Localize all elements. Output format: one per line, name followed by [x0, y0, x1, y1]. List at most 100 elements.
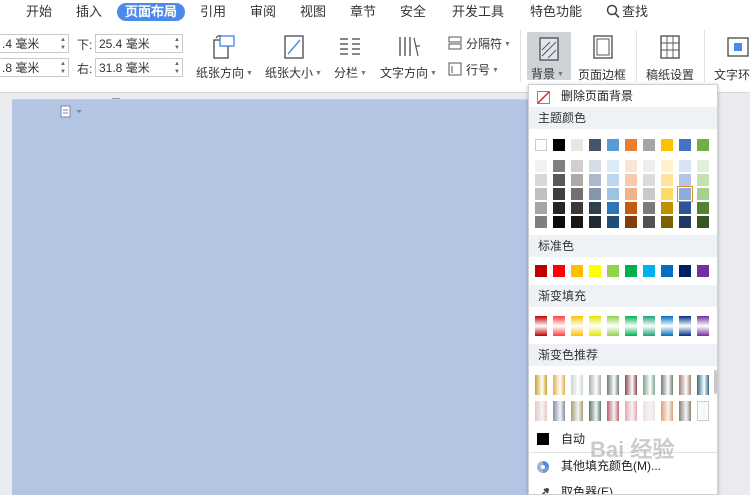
- theme-shade-swatch[interactable]: [571, 160, 583, 172]
- theme-shade-swatch[interactable]: [643, 202, 655, 214]
- theme-shade-swatch[interactable]: [607, 216, 619, 228]
- gradient-recommend-swatch[interactable]: [679, 375, 691, 395]
- text-direction-button[interactable]: 文字方向 ▼: [380, 30, 442, 86]
- gradient-swatch[interactable]: [589, 316, 601, 336]
- gradient-swatch[interactable]: [535, 316, 547, 336]
- theme-shade-swatch[interactable]: [553, 188, 565, 200]
- gradient-recommend-swatch[interactable]: [607, 375, 619, 395]
- theme-shade-swatch[interactable]: [607, 160, 619, 172]
- standard-color-swatch[interactable]: [625, 265, 637, 277]
- tab-page-layout[interactable]: 页面布局: [117, 3, 186, 21]
- theme-shade-swatch[interactable]: [625, 174, 637, 186]
- standard-color-swatch[interactable]: [697, 265, 709, 277]
- gradient-swatch[interactable]: [571, 316, 583, 336]
- line-number-button[interactable]: 行号 ▼: [446, 60, 506, 80]
- theme-shade-swatch[interactable]: [679, 160, 691, 172]
- theme-shade-swatch[interactable]: [679, 202, 691, 214]
- theme-shade-swatch[interactable]: [661, 188, 673, 200]
- gradient-recommend-swatch[interactable]: [589, 375, 601, 395]
- gradient-recommend-swatch[interactable]: [553, 401, 565, 421]
- tab-security[interactable]: 安全: [400, 3, 426, 21]
- theme-shade-swatch[interactable]: [607, 202, 619, 214]
- tab-chapter[interactable]: 章节: [350, 3, 376, 21]
- gradient-recommend-swatch[interactable]: [571, 375, 583, 395]
- standard-color-swatch[interactable]: [643, 265, 655, 277]
- gradient-swatch[interactable]: [661, 316, 673, 336]
- tab-insert[interactable]: 插入: [76, 3, 102, 21]
- gradient-recommend-swatch[interactable]: [661, 401, 673, 421]
- theme-color-swatch[interactable]: [607, 139, 619, 151]
- theme-color-swatch[interactable]: [553, 139, 565, 151]
- spinner-arrows-icon[interactable]: ▲ ▼: [60, 60, 66, 76]
- gradient-swatch[interactable]: [697, 316, 709, 336]
- spinner-arrows-icon[interactable]: ▲ ▼: [174, 36, 180, 52]
- theme-color-swatch[interactable]: [571, 139, 583, 151]
- search-icon[interactable]: [606, 3, 620, 19]
- gradient-recommend-swatch[interactable]: [643, 401, 655, 421]
- standard-color-swatch[interactable]: [679, 265, 691, 277]
- theme-shade-swatch[interactable]: [697, 188, 709, 200]
- tab-view[interactable]: 视图: [300, 3, 326, 21]
- theme-shade-swatch[interactable]: [625, 160, 637, 172]
- tab-developer[interactable]: 开发工具: [452, 3, 504, 21]
- theme-color-swatch[interactable]: [535, 139, 547, 151]
- spinner-arrows-icon[interactable]: ▲ ▼: [174, 60, 180, 76]
- background-button[interactable]: 背景 ▼: [527, 32, 571, 81]
- theme-color-swatch[interactable]: [661, 139, 673, 151]
- theme-shade-swatch[interactable]: [625, 216, 637, 228]
- tab-features[interactable]: 特色功能: [530, 3, 582, 21]
- standard-color-swatch[interactable]: [571, 265, 583, 277]
- tab-home[interactable]: 开始: [26, 3, 52, 21]
- eyedropper-item[interactable]: 取色器(E): [529, 481, 717, 494]
- gradient-recommend-swatch[interactable]: [625, 375, 637, 395]
- search-label[interactable]: 查找: [622, 3, 648, 21]
- theme-shade-swatch[interactable]: [589, 188, 601, 200]
- gradient-swatch[interactable]: [625, 316, 637, 336]
- gradient-recommend-swatch[interactable]: [553, 375, 565, 395]
- gradient-recommend-swatch[interactable]: [643, 375, 655, 395]
- tab-references[interactable]: 引用: [200, 3, 226, 21]
- theme-shade-swatch[interactable]: [661, 202, 673, 214]
- gradient-swatch[interactable]: [607, 316, 619, 336]
- paste-options-icon[interactable]: [60, 104, 84, 121]
- standard-color-swatch[interactable]: [661, 265, 673, 277]
- gradient-recommend-swatch[interactable]: [661, 375, 673, 395]
- standard-color-swatch[interactable]: [589, 265, 601, 277]
- theme-shade-swatch[interactable]: [589, 216, 601, 228]
- theme-color-swatch[interactable]: [643, 139, 655, 151]
- standard-color-swatch[interactable]: [553, 265, 565, 277]
- theme-shade-swatch[interactable]: [625, 202, 637, 214]
- gradient-recommend-swatch[interactable]: [589, 401, 601, 421]
- gradient-recommend-swatch[interactable]: [697, 401, 709, 421]
- margin-bottom-input[interactable]: 25.4 毫米 ▲ ▼: [95, 34, 183, 53]
- theme-shade-swatch[interactable]: [535, 188, 547, 200]
- wrap-text-button[interactable]: 文字环: [712, 30, 750, 86]
- margin-right-input[interactable]: 31.8 毫米 ▲ ▼: [95, 58, 183, 77]
- theme-shade-swatch[interactable]: [571, 174, 583, 186]
- gradient-recommend-swatch[interactable]: [679, 401, 691, 421]
- theme-color-swatch[interactable]: [589, 139, 601, 151]
- theme-color-swatch[interactable]: [679, 139, 691, 151]
- gradient-swatch[interactable]: [679, 316, 691, 336]
- theme-color-swatch[interactable]: [625, 139, 637, 151]
- theme-shade-swatch[interactable]: [535, 202, 547, 214]
- theme-shade-swatch[interactable]: [553, 202, 565, 214]
- theme-shade-swatch[interactable]: [661, 160, 673, 172]
- theme-shade-swatch[interactable]: [661, 216, 673, 228]
- gradient-recommend-swatch[interactable]: [607, 401, 619, 421]
- theme-shade-swatch[interactable]: [643, 188, 655, 200]
- gradient-recommend-swatch[interactable]: [697, 375, 709, 395]
- separator-button[interactable]: 分隔符 ▼: [446, 34, 518, 54]
- theme-shade-swatch[interactable]: [553, 216, 565, 228]
- theme-shade-swatch[interactable]: [643, 216, 655, 228]
- theme-shade-swatch[interactable]: [589, 202, 601, 214]
- gradient-recommend-swatch[interactable]: [571, 401, 583, 421]
- theme-shade-swatch[interactable]: [643, 160, 655, 172]
- theme-shade-swatch[interactable]: [571, 202, 583, 214]
- theme-shade-swatch[interactable]: [535, 174, 547, 186]
- grid-paper-button[interactable]: 稿纸设置: [642, 30, 698, 86]
- theme-shade-swatch[interactable]: [679, 174, 691, 186]
- theme-shade-swatch[interactable]: [589, 174, 601, 186]
- theme-shade-swatch[interactable]: [589, 160, 601, 172]
- theme-shade-swatch[interactable]: [607, 188, 619, 200]
